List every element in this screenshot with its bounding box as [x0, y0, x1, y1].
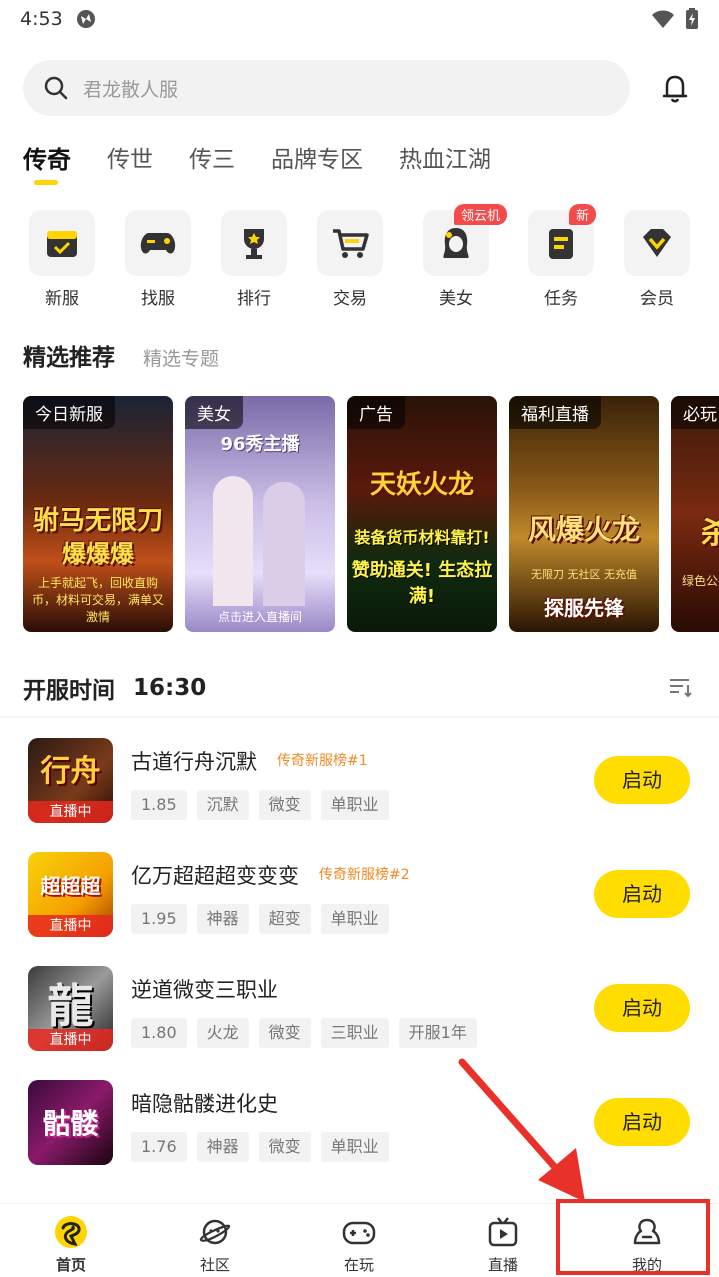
gamepad-icon: [140, 233, 176, 254]
game-icon: 龍 直播中: [28, 966, 113, 1051]
live-badge: 直播中: [28, 801, 113, 823]
featured-card-must-play[interactable]: 必玩 杀 绿色公平: [671, 396, 719, 632]
woman-icon: [443, 228, 469, 258]
nav-community[interactable]: 社区: [175, 1214, 255, 1275]
quick-new-server[interactable]: 新服: [28, 210, 96, 309]
game-tag: 神器: [196, 1132, 249, 1162]
game-tag: 1.76: [131, 1132, 187, 1162]
live-badge: 直播中: [28, 915, 113, 937]
quick-access-row: 新服 找服 排行 交易 领云机 美女 新 任务 会员: [28, 204, 698, 310]
game-icon: 骷髅: [28, 1080, 113, 1165]
status-bar: 4:53: [0, 0, 719, 38]
game-tag: 火龙: [196, 1018, 249, 1048]
game-tag: 神器: [196, 904, 249, 934]
tab-chuanshi[interactable]: 传世: [107, 140, 153, 180]
game-tag: 单职业: [320, 1132, 389, 1162]
quick-vip[interactable]: 会员: [623, 210, 691, 309]
annotation-arrow: [458, 1058, 585, 1202]
featured-header: 精选推荐 精选专题: [23, 338, 219, 374]
featured-cards: 今日新服 驸马无限刀 爆爆爆 上手就起飞，回收直购币，材料可交易，满单又激情 美…: [23, 396, 719, 632]
open-time-value: 16:30: [133, 675, 207, 701]
launch-button[interactable]: 启动: [594, 984, 690, 1032]
game-tag: 微变: [258, 1018, 311, 1048]
game-tag: 沉默: [196, 790, 249, 820]
game-tag: 1.80: [131, 1018, 187, 1048]
highlight-box: [556, 1199, 710, 1275]
game-tag: 三职业: [320, 1018, 389, 1048]
search-row: 君龙散人服: [23, 60, 699, 116]
game-name: 古道行舟沉默: [131, 750, 257, 774]
nav-playing[interactable]: 在玩: [319, 1214, 399, 1275]
tab-brand-zone[interactable]: 品牌专区: [271, 140, 363, 180]
quick-beauty-badge: 领云机: [454, 204, 508, 225]
featured-card-new-server[interactable]: 今日新服 驸马无限刀 爆爆爆 上手就起飞，回收直购币，材料可交易，满单又激情: [23, 396, 173, 632]
quick-find-server[interactable]: 找服: [124, 210, 192, 309]
quick-trade[interactable]: 交易: [316, 210, 384, 309]
category-tabs: 传奇 传世 传三 品牌专区 热血江湖: [23, 140, 491, 190]
game-tag: 微变: [258, 790, 311, 820]
task-icon: [549, 229, 573, 259]
controller-icon: [342, 1221, 376, 1245]
rank-label: 传奇新服榜#1: [277, 753, 368, 769]
quick-tasks-badge: 新: [569, 204, 597, 225]
game-name: 逆道微变三职业: [131, 978, 278, 1002]
trophy-icon: [244, 229, 264, 259]
search-placeholder: 君龙散人服: [83, 78, 179, 101]
quick-beauty[interactable]: 领云机 美女: [422, 204, 508, 309]
launch-button[interactable]: 启动: [594, 1098, 690, 1146]
live-badge: 直播中: [28, 1029, 113, 1051]
battery-icon: [686, 8, 698, 29]
divider: [0, 716, 719, 718]
game-tag: 1.95: [131, 904, 187, 934]
search-input[interactable]: 君龙散人服: [23, 60, 630, 116]
launch-button[interactable]: 启动: [594, 756, 690, 804]
open-time-title: 开服时间: [23, 678, 115, 704]
planet-icon: [199, 1219, 231, 1245]
bell-icon[interactable]: [657, 70, 693, 106]
featured-card-ad[interactable]: 广告 天妖火龙 装备货币材料靠打! 赞助通关! 生态拉满!: [347, 396, 497, 632]
list-sort-icon[interactable]: [667, 674, 693, 700]
nav-live[interactable]: 直播: [463, 1214, 543, 1275]
featured-topics-tab[interactable]: 精选专题: [143, 344, 219, 371]
quick-ranking[interactable]: 排行: [220, 210, 288, 309]
rank-label: 传奇新服榜#2: [319, 867, 410, 883]
nav-home[interactable]: 首页: [31, 1214, 111, 1275]
featured-card-live[interactable]: 福利直播 风爆火龙 无限刀 无社区 无充值 探服先锋: [509, 396, 659, 632]
tab-rexue-jianghu[interactable]: 热血江湖: [399, 140, 491, 180]
app-status-icon: [76, 10, 95, 28]
open-time-header: 开服时间 16:30: [23, 668, 699, 708]
home-icon: [55, 1216, 87, 1248]
game-row[interactable]: 超超超 直播中 亿万超超超变变变 传奇新服榜#2 1.95 神器 超变 单职业 …: [28, 852, 698, 942]
game-tag: 单职业: [320, 904, 389, 934]
launch-button[interactable]: 启动: [594, 870, 690, 918]
game-tag: 超变: [258, 904, 311, 934]
calendar-check-icon: [47, 231, 77, 257]
search-icon: [44, 76, 68, 100]
wifi-icon: [652, 10, 674, 28]
diamond-icon: [643, 229, 671, 257]
quick-tasks[interactable]: 新 任务: [527, 204, 597, 309]
game-name: 暗隐骷髅进化史: [131, 1092, 278, 1116]
game-row[interactable]: 行舟 直播中 古道行舟沉默 传奇新服榜#1 1.85 沉默 微变 单职业 启动: [28, 738, 698, 828]
tv-icon: [488, 1217, 518, 1247]
game-icon: 超超超 直播中: [28, 852, 113, 937]
featured-card-beauty[interactable]: 美女 96秀主播 点击进入直播间: [185, 396, 335, 632]
game-tag: 单职业: [320, 790, 389, 820]
tab-chuanqi[interactable]: 传奇: [23, 140, 71, 185]
tab-chuansan[interactable]: 传三: [189, 140, 235, 180]
game-icon: 行舟 直播中: [28, 738, 113, 823]
game-tag: 1.85: [131, 790, 187, 820]
status-time: 4:53: [20, 8, 63, 30]
game-tag: 微变: [258, 1132, 311, 1162]
cart-icon: [333, 229, 369, 258]
game-name: 亿万超超超变变变: [131, 864, 299, 888]
featured-title[interactable]: 精选推荐: [23, 338, 115, 372]
